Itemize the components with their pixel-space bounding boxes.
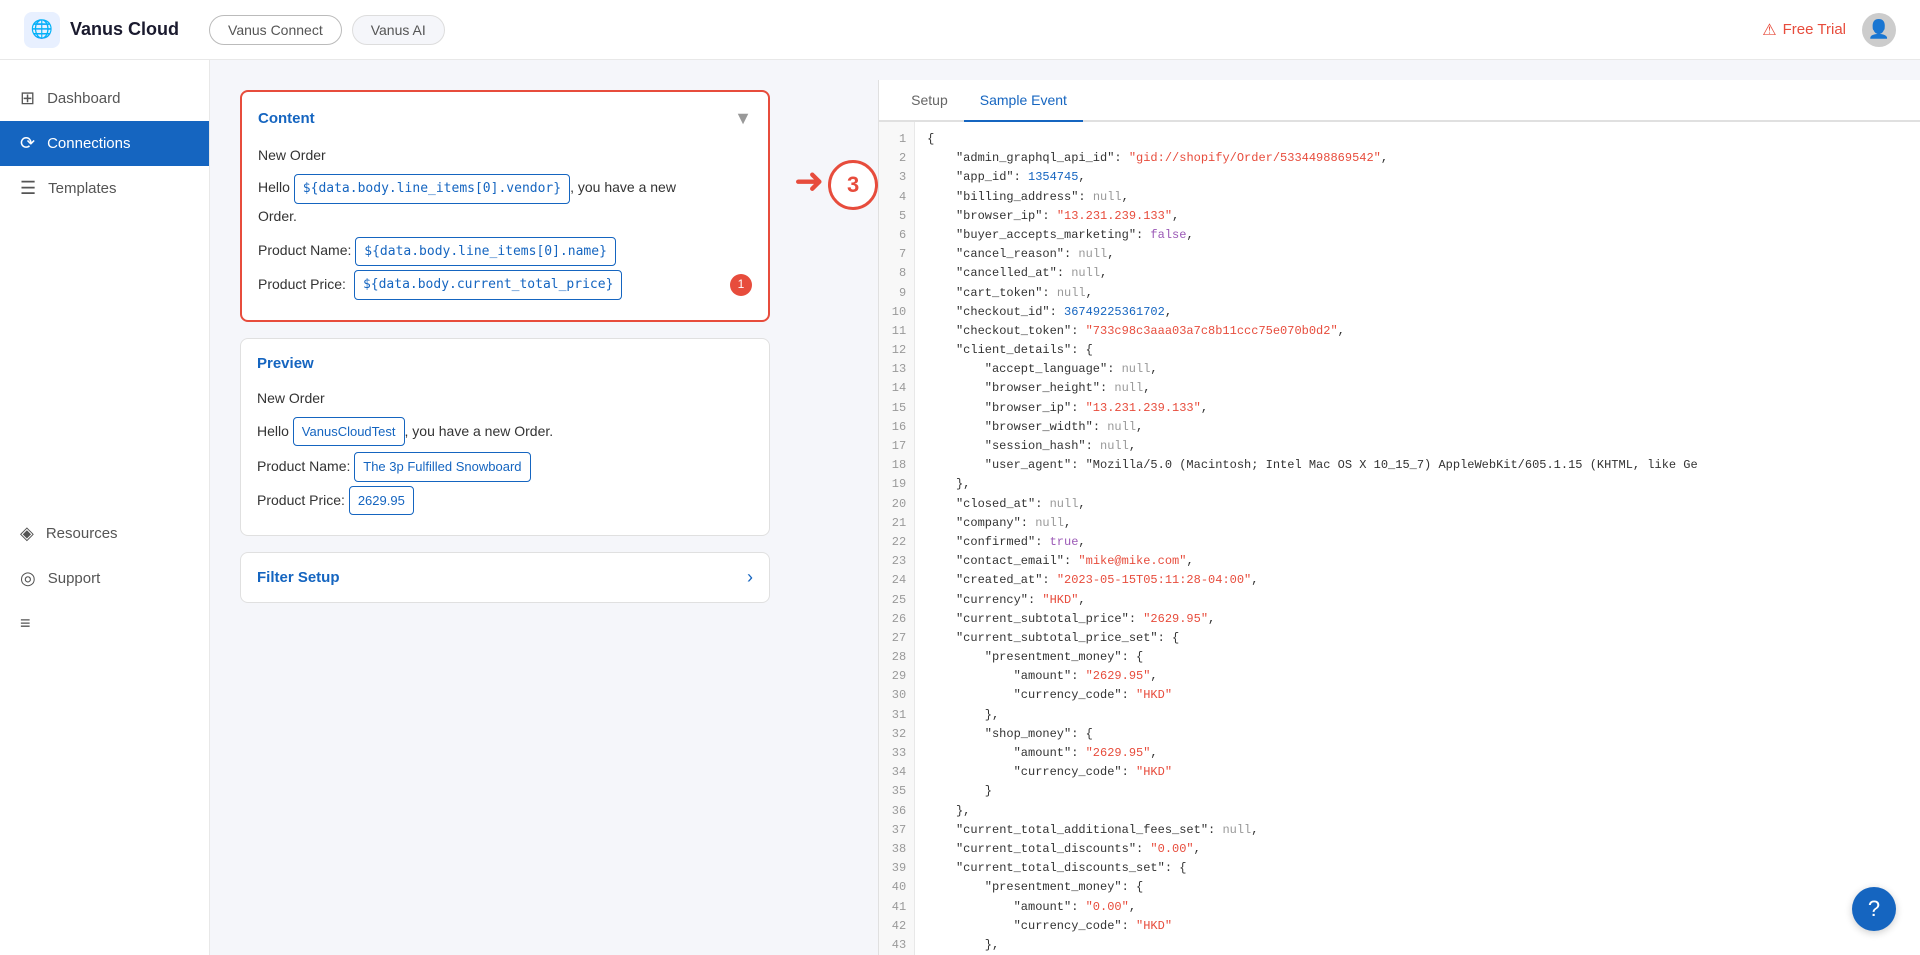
preview-price-tag: 2629.95 — [349, 486, 414, 515]
help-button[interactable]: ? — [1852, 887, 1896, 931]
step3-area: ➜ 3 — [790, 80, 878, 955]
nav-connect-button[interactable]: Vanus Connect — [209, 15, 342, 45]
code-viewer[interactable]: 1234567891011121314151617181920212223242… — [879, 122, 1920, 955]
support-icon: ◎ — [20, 568, 36, 589]
preview-field2-label: Product Price: — [257, 492, 349, 508]
filter-chevron-icon: › — [747, 567, 753, 588]
sidebar-label-dashboard: Dashboard — [47, 90, 120, 107]
content-line1-suffix: , you have a new — [570, 179, 676, 195]
free-trial-label[interactable]: ⚠ Free Trial — [1762, 20, 1846, 40]
content-line1: Hello ${data.body.line_items[0].vendor},… — [258, 174, 752, 229]
content-hello-prefix: Hello — [258, 179, 294, 195]
sidebar-item-templates[interactable]: ☰ Templates — [0, 166, 209, 211]
content-title: Content — [258, 110, 315, 127]
sidebar-item-connections[interactable]: ⟳ Connections — [0, 121, 209, 166]
content-box: Content ▼ New Order Hello ${data.body.li… — [240, 90, 770, 322]
right-tabs: Setup Sample Event — [879, 80, 1920, 122]
sidebar-label-support: Support — [48, 570, 101, 587]
preview-field1-label: Product Name: — [257, 458, 354, 474]
left-upper: Content ▼ New Order Hello ${data.body.li… — [210, 80, 790, 955]
step3-circle: 3 — [828, 160, 878, 210]
vendor-variable-tag[interactable]: ${data.body.line_items[0].vendor} — [294, 174, 570, 203]
field2-label: Product Price: — [258, 272, 346, 297]
preview-body: New Order Hello VanusCloudTest, you have… — [257, 386, 753, 515]
logo-icon: 🌐 — [24, 12, 60, 48]
sidebar-label-resources: Resources — [46, 525, 118, 542]
left-column: Content ▼ New Order Hello ${data.body.li… — [210, 80, 790, 955]
preview-vendor-tag: VanusCloudTest — [293, 417, 405, 446]
preview-order-title: New Order — [257, 386, 753, 411]
preview-field2: Product Price: 2629.95 — [257, 486, 753, 515]
tab-sample-event[interactable]: Sample Event — [964, 80, 1083, 122]
right-panel: Setup Sample Event 123456789101112131415… — [878, 80, 1920, 955]
tab-setup[interactable]: Setup — [895, 80, 964, 122]
notification-badge: 1 — [730, 274, 752, 296]
user-avatar[interactable]: 👤 — [1862, 13, 1896, 47]
layout: ⊞ Dashboard ⟳ Connections ☰ Templates ◈ … — [0, 60, 1920, 955]
menu-icon: ≡ — [20, 613, 31, 634]
templates-icon: ☰ — [20, 178, 36, 199]
resources-icon: ◈ — [20, 523, 34, 544]
dashboard-icon: ⊞ — [20, 88, 35, 109]
preview-suffix: , you have a new Order. — [405, 423, 554, 439]
preview-box: Preview New Order Hello VanusCloudTest, … — [240, 338, 770, 536]
navbar: 🌐 Vanus Cloud Vanus Connect Vanus AI ⚠ F… — [0, 0, 1920, 60]
sidebar: ⊞ Dashboard ⟳ Connections ☰ Templates ◈ … — [0, 60, 210, 955]
sidebar-item-menu[interactable]: ≡ — [0, 601, 209, 646]
sidebar-label-templates: Templates — [48, 180, 116, 197]
content-box-header: Content ▼ — [258, 108, 752, 129]
line-numbers: 1234567891011121314151617181920212223242… — [879, 122, 915, 955]
filter-setup-box[interactable]: Filter Setup › — [240, 552, 770, 603]
filter-title: Filter Setup — [257, 569, 340, 586]
sidebar-item-dashboard[interactable]: ⊞ Dashboard — [0, 76, 209, 121]
app-title: Vanus Cloud — [70, 19, 179, 40]
content-field1: Product Name: ${data.body.line_items[0].… — [258, 237, 752, 266]
name-variable-tag[interactable]: ${data.body.line_items[0].name} — [355, 237, 616, 266]
price-variable-tag[interactable]: ${data.body.current_total_price} — [354, 270, 622, 299]
sidebar-item-resources[interactable]: ◈ Resources — [0, 511, 209, 556]
preview-name-tag: The 3p Fulfilled Snowboard — [354, 452, 530, 481]
arrow3-icon: ➜ — [794, 160, 824, 202]
sidebar-item-support[interactable]: ◎ Support — [0, 556, 209, 601]
logo-area: 🌐 Vanus Cloud — [24, 12, 179, 48]
split-inner: Content ▼ New Order Hello ${data.body.li… — [210, 80, 1920, 955]
preview-field1: Product Name: The 3p Fulfilled Snowboard — [257, 452, 753, 481]
field1-label: Product Name: — [258, 242, 355, 258]
sidebar-label-connections: Connections — [47, 135, 130, 152]
nav-buttons: Vanus Connect Vanus AI — [209, 15, 445, 45]
content-field2: Product Price: ${data.body.current_total… — [258, 270, 752, 299]
preview-line1: Hello VanusCloudTest, you have a new Ord… — [257, 417, 753, 446]
nav-ai-button[interactable]: Vanus AI — [352, 15, 445, 45]
warning-icon: ⚠ — [1762, 20, 1776, 40]
content-order-title: New Order — [258, 143, 752, 168]
content-order-text: Order. — [258, 208, 297, 224]
preview-title: Preview — [257, 355, 753, 372]
navbar-right: ⚠ Free Trial 👤 — [1762, 13, 1896, 47]
main-content: Content ▼ New Order Hello ${data.body.li… — [210, 60, 1920, 955]
content-scroll-icon[interactable]: ▼ — [734, 108, 752, 129]
content-body: New Order Hello ${data.body.line_items[0… — [258, 143, 752, 300]
code-content: { "admin_graphql_api_id": "gid://shopify… — [915, 122, 1920, 955]
preview-hello: Hello — [257, 423, 293, 439]
connections-icon: ⟳ — [20, 133, 35, 154]
